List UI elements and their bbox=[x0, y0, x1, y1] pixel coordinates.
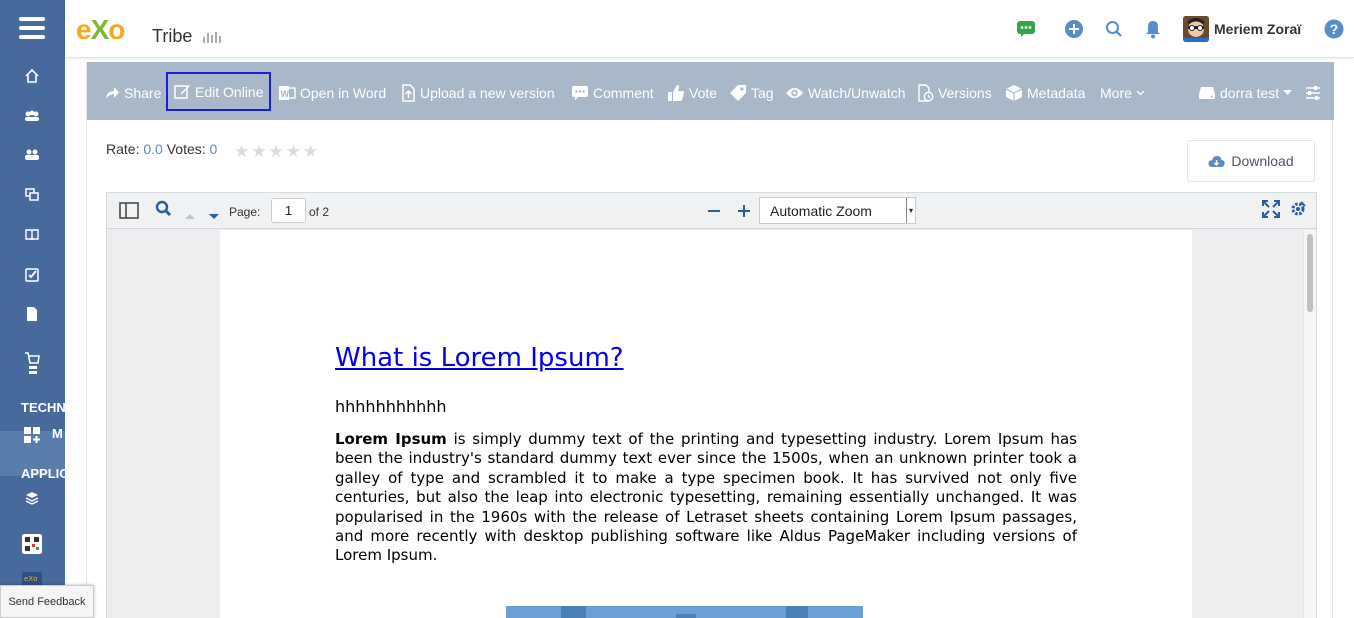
star-icon[interactable]: ★ bbox=[303, 142, 318, 162]
page-label: Page: bbox=[229, 205, 261, 219]
caret-down-icon bbox=[1283, 90, 1293, 95]
chat-bubble-icon[interactable] bbox=[1015, 18, 1037, 40]
share-button[interactable]: Share bbox=[104, 83, 161, 103]
edit-icon bbox=[174, 85, 190, 99]
zoom-out-icon[interactable] bbox=[707, 204, 721, 223]
pdf-viewer-toolbar: Page: 1 of 2 Automatic Zoom ▾ bbox=[107, 193, 1316, 229]
zoom-in-icon[interactable] bbox=[737, 204, 751, 223]
documents-icon[interactable] bbox=[22, 304, 42, 324]
home-icon[interactable] bbox=[22, 66, 42, 86]
document-action-toolbar: Share Edit Online W Open in Word Upload … bbox=[87, 62, 1334, 120]
star-icon[interactable]: ★ bbox=[269, 142, 284, 162]
cloud-download-icon bbox=[1208, 155, 1225, 167]
previous-page-icon[interactable] bbox=[185, 207, 195, 225]
svg-text:?: ? bbox=[1330, 21, 1339, 37]
document-image bbox=[506, 606, 863, 618]
zoom-select[interactable]: Automatic Zoom ▾ bbox=[759, 197, 916, 224]
send-feedback-button[interactable]: Send Feedback bbox=[0, 585, 94, 618]
open-in-word-button[interactable]: W Open in Word bbox=[278, 83, 386, 103]
star-icon[interactable]: ★ bbox=[286, 142, 301, 162]
pdf-scrollbar[interactable] bbox=[1303, 230, 1316, 618]
page-count: of 2 bbox=[309, 205, 330, 219]
app-qrcode-icon[interactable] bbox=[22, 534, 42, 554]
rate-value: 0.0 bbox=[143, 141, 163, 157]
share-icon bbox=[106, 87, 119, 99]
sidebar-item-label: M bbox=[52, 426, 63, 441]
pdf-viewer: Page: 1 of 2 Automatic Zoom ▾ What is Lo bbox=[106, 192, 1317, 618]
metadata-button[interactable]: Metadata bbox=[1005, 83, 1085, 103]
thumbs-up-icon bbox=[668, 85, 685, 101]
comment-button[interactable]: Comment bbox=[571, 83, 654, 103]
edit-online-button[interactable]: Edit Online bbox=[166, 72, 272, 111]
chevron-down-icon bbox=[1136, 90, 1145, 96]
drive-icon bbox=[1199, 87, 1215, 99]
hamburger-menu-icon[interactable] bbox=[19, 17, 45, 41]
cart-icon[interactable] bbox=[22, 350, 42, 376]
vote-button[interactable]: Vote bbox=[667, 83, 717, 103]
word-icon: W bbox=[279, 86, 296, 100]
notifications-bell-icon[interactable] bbox=[1142, 18, 1164, 40]
document-subheading: hhhhhhhhhhh bbox=[335, 397, 447, 416]
help-icon[interactable]: ? bbox=[1323, 18, 1345, 40]
versions-button[interactable]: Versions bbox=[917, 83, 992, 103]
space-activity-icon bbox=[203, 32, 221, 43]
add-app-icon[interactable] bbox=[22, 425, 42, 445]
user-avatar[interactable] bbox=[1183, 16, 1209, 42]
tasks-check-icon[interactable] bbox=[22, 265, 42, 285]
people-icon[interactable] bbox=[22, 145, 42, 165]
user-name[interactable]: Meriem Zoraï bbox=[1214, 21, 1301, 37]
more-dropdown[interactable]: More bbox=[1100, 83, 1145, 103]
tag-icon bbox=[730, 85, 746, 101]
sidebar-section-label: TECHN bbox=[21, 400, 65, 415]
star-rating[interactable]: ★ ★ ★ ★ ★ bbox=[234, 142, 318, 162]
exo-logo[interactable]: eXo bbox=[76, 14, 125, 46]
left-sidebar: TECHN M APPLIC eXo bbox=[0, 0, 65, 618]
spaces-icon[interactable] bbox=[22, 106, 42, 126]
space-name[interactable]: Tribe bbox=[152, 26, 192, 47]
star-icon[interactable]: ★ bbox=[234, 142, 249, 162]
document-paragraph: Lorem Ipsum is simply dummy text of the … bbox=[335, 430, 1077, 565]
search-icon[interactable] bbox=[1103, 18, 1125, 40]
comment-icon bbox=[572, 86, 588, 100]
upload-new-version-button[interactable]: Upload a new version bbox=[400, 83, 555, 103]
pdf-page: What is Lorem Ipsum? hhhhhhhhhhh Lorem I… bbox=[220, 230, 1192, 618]
svg-text:W: W bbox=[281, 89, 290, 99]
svg-text:eXo: eXo bbox=[24, 575, 37, 583]
document-preview-panel: Share Edit Online W Open in Word Upload … bbox=[86, 62, 1334, 618]
presentation-mode-icon[interactable] bbox=[1261, 199, 1281, 224]
drive-selector[interactable]: dorra test bbox=[1198, 83, 1293, 103]
select-arrow-icon: ▾ bbox=[906, 198, 915, 223]
wiki-book-icon[interactable] bbox=[22, 225, 42, 245]
votes-value: 0 bbox=[209, 141, 218, 157]
document-heading-link[interactable]: What is Lorem Ipsum? bbox=[335, 343, 624, 373]
sidebar-section-label: APPLIC bbox=[21, 466, 65, 481]
top-navigation-bar: eXo Tribe Meriem Zoraï ? bbox=[65, 0, 1354, 58]
upload-icon bbox=[402, 84, 415, 102]
tag-button[interactable]: Tag bbox=[729, 83, 774, 103]
page-number-input[interactable]: 1 bbox=[271, 198, 306, 223]
sidebar-toggle-icon[interactable] bbox=[119, 202, 139, 224]
next-page-icon[interactable] bbox=[209, 207, 219, 225]
layers-icon[interactable] bbox=[22, 488, 42, 508]
scrollbar-thumb[interactable] bbox=[1307, 234, 1313, 312]
download-button[interactable]: Download bbox=[1187, 140, 1315, 182]
add-circle-icon[interactable] bbox=[1063, 18, 1085, 40]
pdf-page-container[interactable]: What is Lorem Ipsum? hhhhhhhhhhh Lorem I… bbox=[107, 230, 1316, 618]
tools-gear-icon[interactable] bbox=[1289, 200, 1307, 223]
eye-icon bbox=[786, 88, 803, 98]
rating-summary: Rate: 0.0 Votes: 0 bbox=[106, 141, 218, 157]
star-icon[interactable]: ★ bbox=[251, 142, 266, 162]
settings-sliders-icon[interactable] bbox=[1305, 83, 1321, 103]
find-search-icon[interactable] bbox=[155, 200, 173, 223]
versions-icon bbox=[918, 84, 934, 102]
metadata-cube-icon bbox=[1005, 85, 1023, 101]
watch-unwatch-button[interactable]: Watch/Unwatch bbox=[785, 83, 906, 103]
chat-icon[interactable] bbox=[22, 185, 42, 205]
